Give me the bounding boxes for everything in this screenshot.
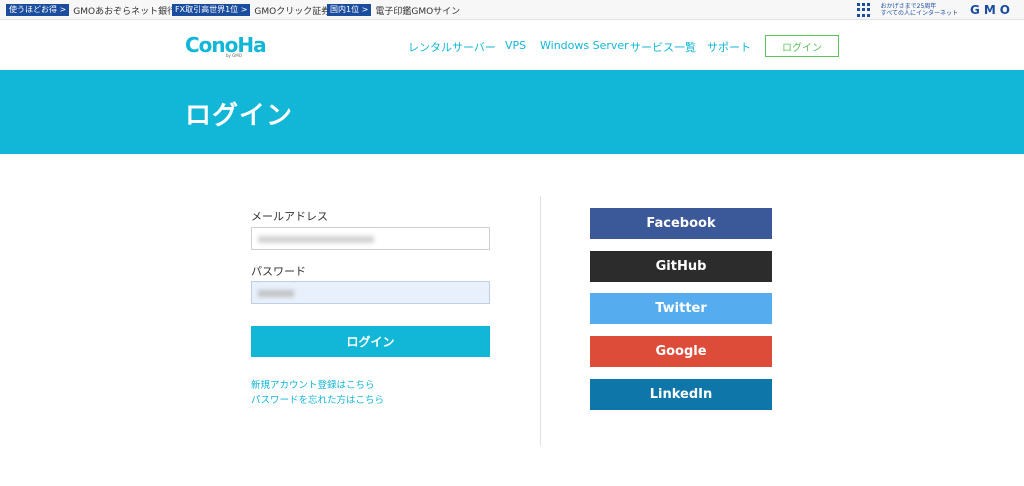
forgot-password-link[interactable]: パスワードを忘れた方はこちら — [251, 392, 384, 406]
nav-vps[interactable]: VPS — [505, 39, 526, 52]
nav-support[interactable]: サポート — [707, 39, 751, 55]
gmo-click-link[interactable]: FX取引高世界1位 > GMOクリック証券 — [172, 3, 330, 17]
page-title: ログイン — [185, 101, 294, 131]
gmo-click-text: GMOクリック証券 — [254, 6, 331, 17]
conoha-logo[interactable]: ConoHa by GMO — [185, 33, 267, 59]
password-value-blurred — [258, 290, 294, 297]
github-login-button[interactable]: GitHub — [590, 251, 772, 282]
nav-rental-server[interactable]: レンタルサーバー — [408, 39, 496, 55]
email-label: メールアドレス — [251, 210, 328, 223]
gmo-tagline-1: おかげさまで25周年 — [880, 3, 937, 10]
app-grid-icon[interactable] — [856, 3, 871, 17]
google-login-button[interactable]: Google — [590, 336, 772, 367]
header-login-button[interactable]: ログイン — [765, 35, 839, 57]
gmo-tagline: おかげさまで25周年 すべての人にインターネット — [881, 3, 958, 17]
gmo-top-bar: 使うほどお得 > GMOあおぞらネット銀行 FX取引高世界1位 > GMOクリッ… — [0, 0, 1024, 20]
gmo-aozora-text: GMOあおぞらネット銀行 — [73, 6, 177, 17]
gmo-click-tag: FX取引高世界1位 > — [172, 4, 251, 16]
email-value-blurred — [258, 236, 374, 243]
facebook-login-button[interactable]: Facebook — [590, 208, 772, 239]
gmo-aozora-tag: 使うほどお得 > — [6, 4, 70, 16]
page-banner: ログイン — [0, 70, 1024, 154]
gmo-sign-link[interactable]: 国内1位 > 電子印鑑GMOサイン — [327, 3, 460, 17]
gmo-sign-text: 電子印鑑GMOサイン — [375, 6, 461, 17]
password-field[interactable] — [251, 281, 490, 304]
nav-windows-server[interactable]: Windows Server — [540, 39, 629, 52]
password-label: パスワード — [251, 265, 306, 278]
vertical-divider — [540, 196, 541, 446]
gmo-sign-tag: 国内1位 > — [327, 4, 372, 16]
linkedin-login-button[interactable]: LinkedIn — [590, 379, 772, 410]
gmo-logo[interactable]: GMO — [970, 3, 1014, 17]
gmo-tagline-2: すべての人にインターネット — [880, 10, 958, 17]
gmo-right-area: おかげさまで25周年 すべての人にインターネット GMO — [856, 2, 1014, 18]
nav-services[interactable]: サービス一覧 — [630, 39, 696, 55]
register-link[interactable]: 新規アカウント登録はこちら — [251, 377, 375, 391]
gmo-aozora-link[interactable]: 使うほどお得 > GMOあおぞらネット銀行 — [6, 3, 176, 17]
email-field[interactable] — [251, 227, 490, 250]
login-submit-button[interactable]: ログイン — [251, 326, 490, 357]
site-header: ConoHa by GMO レンタルサーバー VPS Windows Serve… — [0, 21, 1024, 70]
twitter-login-button[interactable]: Twitter — [590, 293, 772, 324]
conoha-logo-sub: by GMO — [226, 53, 242, 58]
